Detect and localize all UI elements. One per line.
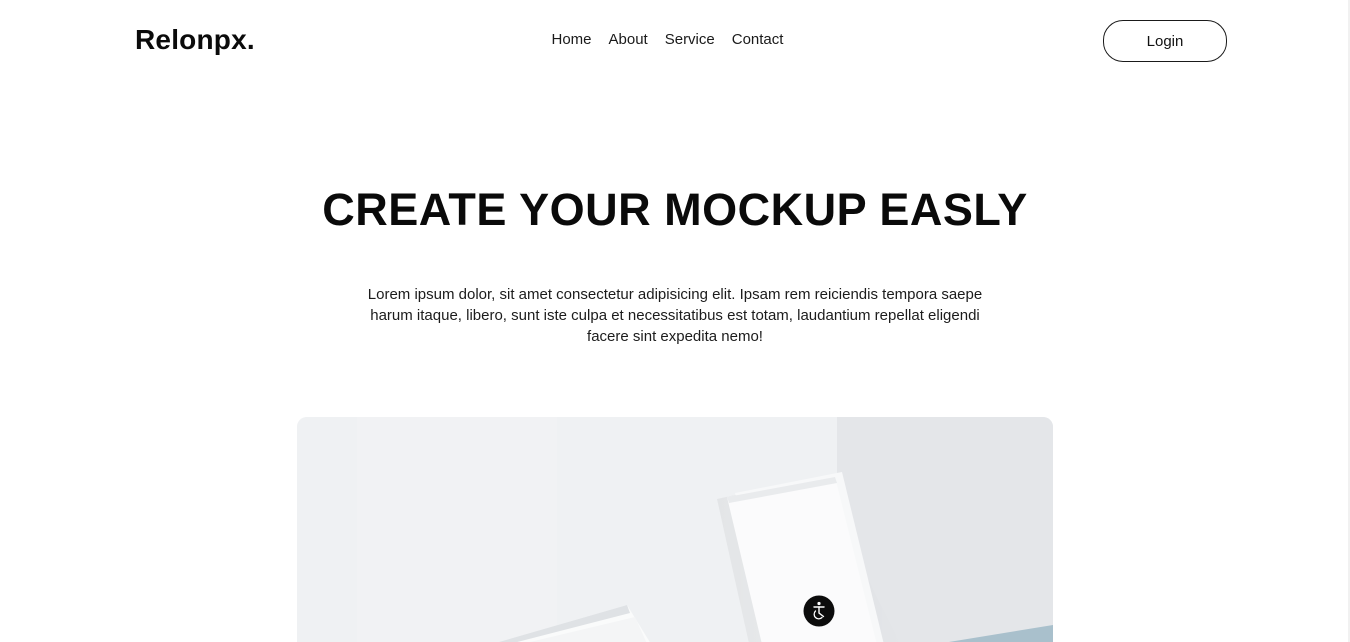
mockup-illustration [297, 417, 1053, 642]
hero-description: Lorem ipsum dolor, sit amet consectetur … [367, 286, 983, 345]
nav-link-about[interactable]: About [600, 29, 656, 51]
accessibility-icon [803, 595, 835, 627]
nav-link-service[interactable]: Service [656, 29, 723, 51]
brand-logo[interactable]: Relonpx. [135, 22, 255, 58]
main-nav: Home About Service Contact [543, 29, 792, 51]
mockup-image [297, 417, 1053, 642]
hero-title: CREATE YOUR MOCKUP EASLY [322, 184, 1028, 235]
login-button[interactable]: Login [1103, 20, 1227, 62]
nav-link-contact[interactable]: Contact [723, 29, 792, 51]
nav-link-home[interactable]: Home [543, 29, 600, 51]
site-header: Relonpx. Home About Service Contact Logi… [0, 0, 1350, 80]
landing-page: Relonpx. Home About Service Contact Logi… [0, 0, 1350, 642]
